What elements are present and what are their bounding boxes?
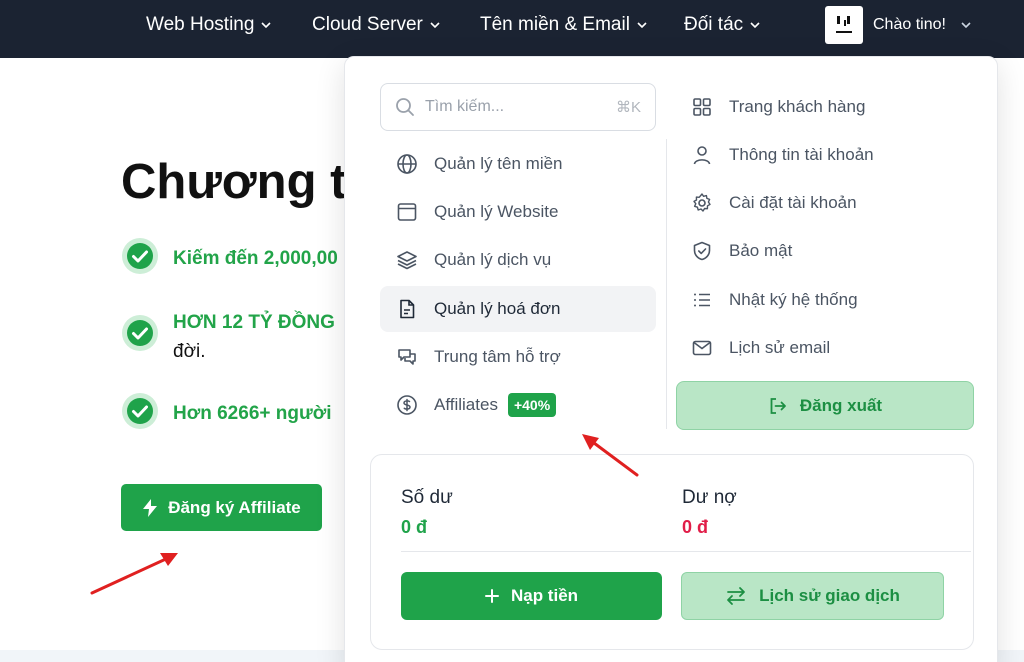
menu-label: Nhật ký hệ thống — [729, 290, 858, 309]
benefit-item: Kiếm đến 2,000,00 — [121, 237, 338, 275]
benefit-text-main: HƠN 12 TỶ ĐỒNG — [173, 312, 335, 333]
shield-icon — [693, 241, 711, 261]
logout-button[interactable]: Đăng xuất — [676, 381, 974, 430]
logout-icon — [770, 397, 786, 414]
menu-label: Quản lý hoá đơn — [434, 299, 561, 318]
browser-icon — [397, 203, 417, 221]
logout-label: Đăng xuất — [799, 395, 883, 415]
benefit-item: Hơn 6266+ người — [121, 392, 332, 430]
chat-icon — [398, 349, 416, 365]
transaction-history-button[interactable]: Lịch sử giao dịch — [681, 572, 944, 620]
register-affiliate-button[interactable]: Đăng ký Affiliate — [121, 484, 322, 531]
debt-value: 0 đ — [682, 517, 709, 537]
topup-label: Nạp tiền — [510, 586, 579, 605]
menu-label: Quản lý Website — [434, 202, 559, 221]
menu-account-settings[interactable]: Cài đặt tài khoản — [691, 188, 857, 218]
layers-icon — [397, 251, 417, 270]
menu-support-center[interactable]: Trung tâm hỗ trợ — [380, 334, 656, 380]
benefit-text-cont: đời. — [173, 341, 206, 363]
menu-account-info[interactable]: Thông tin tài khoản — [691, 140, 874, 170]
menu-label: Lịch sử email — [729, 338, 831, 357]
chevron-down-icon — [261, 22, 272, 29]
nav-label: Đối tác — [684, 14, 744, 35]
menu-client-area[interactable]: Trang khách hàng — [691, 92, 865, 122]
page-title: Chương trì — [121, 155, 380, 209]
menu-affiliates[interactable]: Affiliates +40% — [380, 382, 656, 428]
menu-email-history[interactable]: Lịch sử email — [691, 333, 830, 363]
benefit-text: Kiếm đến 2,000,00 — [173, 248, 338, 269]
transaction-history-label: Lịch sử giao dịch — [759, 586, 900, 605]
mail-icon — [692, 340, 712, 356]
globe-icon — [397, 154, 417, 174]
greeting-text: Chào tino! — [873, 16, 946, 33]
chevron-down-icon — [750, 22, 760, 29]
plus-icon — [484, 589, 499, 603]
transfer-arrows-icon — [727, 587, 746, 605]
register-affiliate-label: Đăng ký Affiliate — [168, 497, 301, 517]
avatar — [825, 6, 863, 44]
nav-label: Cloud Server — [312, 14, 423, 35]
menu-label: Cài đặt tài khoản — [729, 193, 857, 212]
benefit-text: HƠN 12 TỶ ĐỒNG đời. — [173, 308, 335, 367]
menu-domain-management[interactable]: Quản lý tên miền — [380, 141, 656, 187]
nav-cloud-server[interactable]: Cloud Server — [312, 12, 441, 38]
balance-label: Số dư — [401, 487, 453, 508]
menu-system-log[interactable]: Nhật ký hệ thống — [691, 285, 858, 315]
nav-web-hosting[interactable]: Web Hosting — [146, 12, 272, 38]
search-input[interactable]: Tìm kiếm... ⌘K — [380, 83, 656, 131]
menu-label: Affiliates — [434, 395, 498, 414]
nav-label: Web Hosting — [146, 14, 255, 35]
column-divider — [666, 139, 667, 429]
user-icon — [693, 146, 711, 165]
topup-button[interactable]: Nạp tiền — [401, 572, 662, 620]
search-placeholder: Tìm kiếm... — [425, 98, 505, 115]
menu-label: Quản lý tên miền — [434, 154, 563, 173]
benefit-text: Hơn 6266+ người — [173, 403, 332, 424]
nav-domain-email[interactable]: Tên miền & Email — [480, 12, 648, 38]
menu-invoice-management[interactable]: Quản lý hoá đơn — [380, 286, 656, 332]
gear-icon — [693, 193, 711, 212]
check-badge-icon — [122, 238, 158, 274]
user-dropdown-panel: Tìm kiếm... ⌘K Quản lý tên miền Quản lý … — [344, 56, 998, 662]
menu-label: Trang khách hàng — [729, 97, 866, 116]
chevron-down-icon — [637, 22, 647, 29]
wallet-card: Số dư 0 đ Dư nợ 0 đ Nạp tiền Lịch sử gia… — [370, 454, 974, 650]
menu-label: Quản lý dịch vụ — [434, 250, 552, 269]
face-icon — [836, 16, 852, 33]
check-badge-icon — [122, 393, 158, 429]
dollar-icon — [397, 395, 417, 415]
menu-website-management[interactable]: Quản lý Website — [380, 189, 656, 235]
chevron-down-icon — [430, 22, 440, 29]
wallet-divider — [401, 551, 971, 552]
annotation-arrow — [90, 553, 178, 595]
menu-security[interactable]: Bảo mật — [691, 236, 792, 266]
user-menu-toggle[interactable]: Chào tino! — [825, 6, 972, 44]
menu-service-management[interactable]: Quản lý dịch vụ — [380, 237, 656, 283]
list-icon — [694, 293, 710, 307]
top-navbar: Web Hosting Cloud Server Tên miền & Emai… — [0, 0, 1024, 58]
menu-label: Bảo mật — [729, 241, 793, 260]
chevron-down-icon — [961, 22, 971, 29]
search-icon — [396, 98, 414, 116]
lightning-icon — [143, 498, 158, 517]
grid-icon — [693, 98, 711, 116]
menu-label: Thông tin tài khoản — [729, 145, 874, 164]
balance-value: 0 đ — [401, 517, 428, 537]
benefit-item: HƠN 12 TỶ ĐỒNG đời. — [121, 312, 335, 367]
menu-label: Trung tâm hỗ trợ — [434, 347, 561, 366]
check-badge-icon — [122, 315, 158, 351]
nav-partners[interactable]: Đối tác — [684, 12, 761, 38]
affiliate-bonus-badge: +40% — [507, 393, 557, 417]
search-shortcut: ⌘K — [615, 99, 641, 116]
debt-label: Dư nợ — [682, 487, 737, 508]
nav-label: Tên miền & Email — [480, 14, 630, 35]
invoice-icon — [400, 299, 415, 319]
